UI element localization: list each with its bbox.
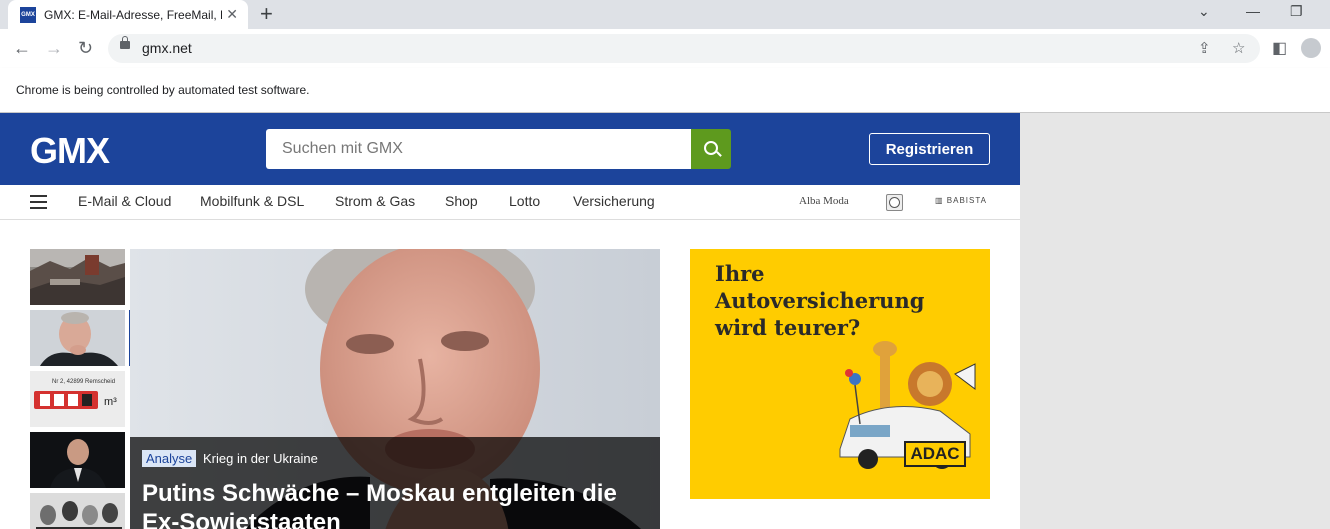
lock-icon[interactable]: [120, 36, 130, 49]
search-input[interactable]: [266, 129, 691, 169]
adac-advertisement[interactable]: Ihre Autoversicherung wird teurer? ADAC: [690, 249, 990, 499]
search-button[interactable]: [691, 129, 731, 169]
hero-caption: Analyse Krieg in der Ukraine Putins Schw…: [130, 437, 660, 529]
partner-babista[interactable]: ▥ BABISTA: [935, 196, 987, 205]
thumbnail-putin[interactable]: [30, 310, 133, 366]
ad-headline: Ihre Autoversicherung wird teurer?: [715, 261, 925, 340]
article-headline[interactable]: Putins Schwäche – Moskau entgleiten die …: [142, 479, 652, 529]
partner-babista-label: BABISTA: [946, 196, 987, 205]
meter-unit-text: m³: [104, 396, 117, 408]
gmx-logo[interactable]: GMX: [30, 130, 110, 172]
adac-logo: ADAC: [904, 441, 966, 467]
side-panel-icon[interactable]: ◧: [1272, 38, 1287, 58]
nav-item-email-cloud[interactable]: E-Mail & Cloud: [78, 193, 171, 209]
nav-item-strom-gas[interactable]: Strom & Gas: [335, 193, 415, 209]
restore-icon[interactable]: ❐: [1290, 3, 1303, 20]
minimize-icon[interactable]: —: [1246, 3, 1260, 19]
automation-infobar: Chrome is being controlled by automated …: [0, 68, 1330, 113]
thumbnail-prince[interactable]: [30, 432, 125, 488]
new-tab-icon[interactable]: +: [260, 2, 273, 26]
back-icon[interactable]: ←: [13, 38, 31, 58]
profile-avatar-icon[interactable]: [1301, 38, 1321, 58]
thumbnail-gas-meter[interactable]: Nr 2, 42899 Remscheid m³: [30, 371, 125, 427]
nav-item-lotto[interactable]: Lotto: [509, 193, 540, 209]
thumbnail-destroyed-building[interactable]: [30, 249, 125, 305]
register-button[interactable]: Registrieren: [869, 133, 990, 165]
search-icon: [704, 141, 718, 155]
tab-search-chevron-icon[interactable]: ⌄: [1198, 3, 1210, 20]
article-kicker[interactable]: Krieg in der Ukraine: [203, 451, 318, 466]
infobar-text: Chrome is being controlled by automated …: [16, 83, 310, 97]
gmx-header: GMX Registrieren: [0, 113, 1020, 185]
tab-close-icon[interactable]: ✕: [226, 6, 238, 23]
browser-tab[interactable]: GMX GMX: E-Mail-Adresse, FreeMail, D ✕: [8, 0, 248, 29]
address-bar[interactable]: gmx.net ⇪ ☆: [108, 34, 1260, 63]
partner-alba-moda[interactable]: Alba Moda: [799, 195, 849, 207]
tab-strip: GMX GMX: E-Mail-Adresse, FreeMail, D ✕ +…: [0, 0, 1330, 29]
bookmark-star-icon[interactable]: ☆: [1232, 39, 1245, 57]
nav-item-shop[interactable]: Shop: [445, 193, 478, 209]
gmx-favicon-icon: GMX: [20, 6, 36, 23]
menu-icon[interactable]: [30, 195, 47, 209]
partner-lidl-logo-icon[interactable]: [886, 194, 903, 211]
nav-item-mobilfunk-dsl[interactable]: Mobilfunk & DSL: [200, 193, 304, 209]
forward-icon[interactable]: →: [45, 38, 63, 58]
hero-article[interactable]: Analyse Krieg in der Ukraine Putins Schw…: [130, 249, 660, 529]
browser-toolbar: ← → ↻ gmx.net ⇪ ☆ ◧: [0, 29, 1330, 69]
article-tag[interactable]: Analyse: [142, 450, 197, 467]
thumbnail-band-photo[interactable]: [30, 493, 125, 529]
reload-icon[interactable]: ↻: [78, 38, 93, 58]
share-icon[interactable]: ⇪: [1198, 39, 1211, 57]
main-nav: E-Mail & Cloud Mobilfunk & DSL Strom & G…: [0, 185, 1020, 220]
tab-title: GMX: E-Mail-Adresse, FreeMail, D: [44, 7, 222, 22]
nav-item-versicherung[interactable]: Versicherung: [573, 193, 655, 209]
meter-address-text: Nr 2, 42899 Remscheid: [52, 379, 115, 385]
url-text[interactable]: gmx.net: [142, 40, 192, 56]
page-gutter: [1020, 113, 1330, 529]
page-viewport: GMX Registrieren E-Mail & Cloud Mobilfun…: [0, 113, 1020, 529]
